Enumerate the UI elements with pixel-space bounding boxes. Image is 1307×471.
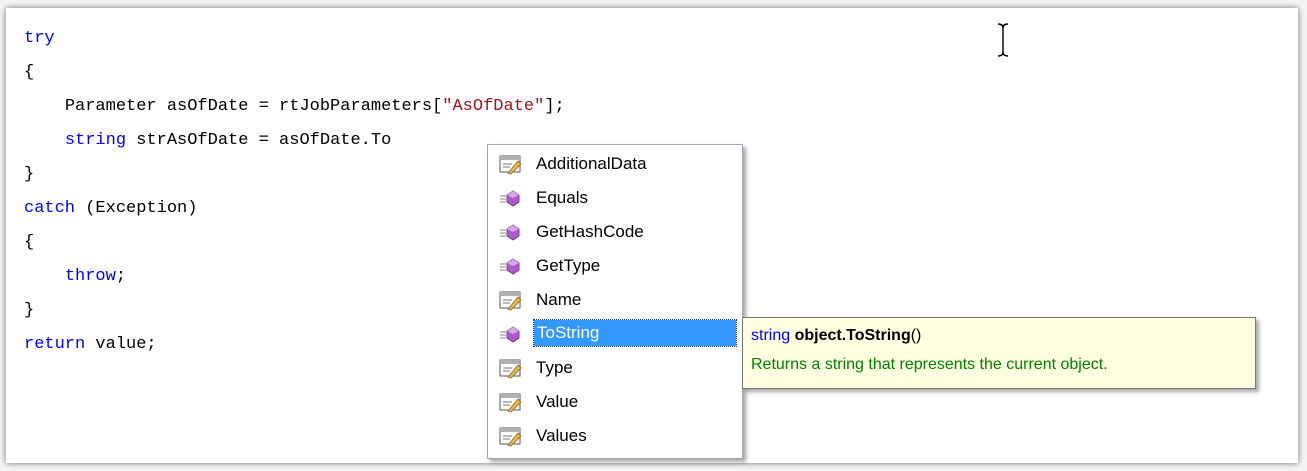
completion-item[interactable]: AdditionalData <box>492 149 736 179</box>
statement-end: ; <box>115 267 127 286</box>
tooltip-return-type: string <box>751 327 791 344</box>
string-literal: "AsOfDate" <box>442 97 545 116</box>
property-icon <box>498 357 522 379</box>
code-line-9: } <box>24 294 565 328</box>
keyword-throw: throw <box>64 267 116 286</box>
keyword-catch: catch <box>24 199 76 218</box>
method-icon <box>498 221 522 243</box>
completion-item-label: Equals <box>536 188 588 207</box>
code-editor[interactable]: try { Parameter asOfDate = rtJobParamete… <box>24 22 589 362</box>
code-line-5: } <box>24 158 565 192</box>
quick-info-tooltip: string object.ToString() Returns a strin… <box>742 317 1256 389</box>
keyword-try: try <box>24 29 55 48</box>
property-icon <box>498 153 522 175</box>
ibeam-cursor-icon <box>997 23 1009 57</box>
completion-item[interactable]: Value <box>492 387 736 417</box>
completion-item[interactable]: Type <box>492 353 736 383</box>
method-icon <box>498 323 522 345</box>
completion-item-label: ToString <box>533 319 737 347</box>
incomplete-statement: strAsOfDate = asOfDate.To <box>126 131 392 150</box>
open-brace: { <box>24 63 35 82</box>
completion-item-label: AdditionalData <box>536 154 647 173</box>
method-icon <box>498 255 522 277</box>
statement-end: ]; <box>544 97 565 116</box>
completion-item-label: GetHashCode <box>536 222 644 241</box>
completion-item-label: GetType <box>536 256 601 275</box>
keyword-string: string <box>64 131 127 150</box>
close-brace: } <box>24 301 35 320</box>
property-icon <box>498 425 522 447</box>
completion-item[interactable]: Equals <box>492 183 736 213</box>
tooltip-member-name: object.ToString <box>794 327 911 344</box>
property-icon <box>498 391 522 413</box>
code-line-1: try <box>24 22 565 56</box>
open-brace: { <box>24 233 35 252</box>
return-statement: value; <box>85 335 157 354</box>
completion-item[interactable]: GetHashCode <box>492 217 736 247</box>
completion-item[interactable]: Name <box>492 285 736 315</box>
code-line-4: string strAsOfDate = asOfDate.To <box>24 124 589 158</box>
code-line-3: Parameter asOfDate = rtJobParameters["As… <box>24 90 565 124</box>
tooltip-signature: string object.ToString() <box>751 327 921 345</box>
completion-item-label: Name <box>536 290 582 309</box>
completion-item-selected[interactable]: ToString <box>492 319 737 349</box>
catch-clause: (Exception) <box>75 199 198 218</box>
code-line-6: catch (Exception) <box>24 192 565 226</box>
close-brace: } <box>24 165 35 184</box>
completion-item-label: Values <box>536 426 587 445</box>
parameter-declaration: Parameter asOfDate = rtJobParameters[ <box>64 97 443 116</box>
intellisense-completion-list[interactable]: AdditionalData Equals GetHashCode GetTyp… <box>487 144 743 459</box>
keyword-return: return <box>24 335 86 354</box>
completion-item[interactable]: Values <box>492 421 736 451</box>
tooltip-parens: () <box>910 327 922 344</box>
method-icon <box>498 187 522 209</box>
code-line-8: throw; <box>24 260 565 294</box>
code-line-2: { <box>24 56 565 90</box>
completion-item[interactable]: GetType <box>492 251 736 281</box>
property-icon <box>498 289 522 311</box>
completion-item-label: Value <box>536 392 579 411</box>
tooltip-description: Returns a string that represents the cur… <box>751 356 1108 373</box>
code-line-10: return value; <box>24 328 565 362</box>
code-line-7: { <box>24 226 565 260</box>
completion-item-label: Type <box>536 358 573 377</box>
